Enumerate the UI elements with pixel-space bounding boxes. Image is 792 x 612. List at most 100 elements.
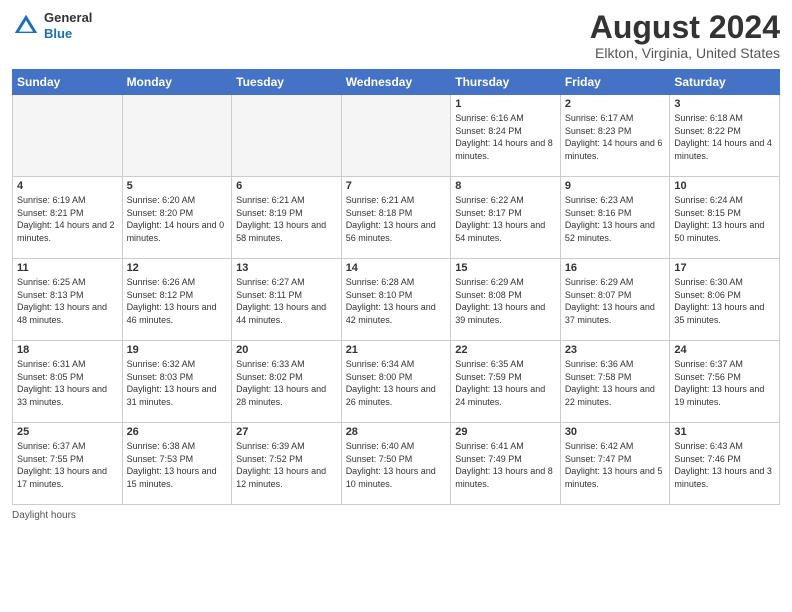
- day-cell: 31 Sunrise: 6:43 AM Sunset: 7:46 PM Dayli…: [670, 423, 780, 505]
- day-number: 29: [455, 426, 556, 438]
- day-number: 16: [565, 262, 666, 274]
- day-info: Sunrise: 6:41 AM Sunset: 7:49 PM Dayligh…: [455, 440, 556, 490]
- day-cell: 21Sunrise: 6:34 AM Sunset: 8:00 PM Dayli…: [341, 341, 451, 423]
- day-cell: 2 Sunrise: 6:17 AM Sunset: 8:23 PM Daylig…: [560, 95, 670, 177]
- week-row-1: 1 Sunrise: 6:16 AM Sunset: 8:24 PM Daylig…: [13, 95, 780, 177]
- day-info: Sunrise: 6:31 AM Sunset: 8:05 PM Dayligh…: [17, 358, 118, 408]
- day-number: 26: [127, 426, 228, 438]
- day-cell: 26 Sunrise: 6:38 AM Sunset: 7:53 PM Dayli…: [122, 423, 232, 505]
- logo-blue: Blue: [44, 26, 92, 42]
- header-saturday: Saturday: [670, 70, 780, 95]
- day-number: 15: [455, 262, 556, 274]
- day-cell: 16 Sunrise: 6:29 AM Sunset: 8:07 PM Dayli…: [560, 259, 670, 341]
- day-info: Sunrise: 6:21 AM Sunset: 8:19 PM Dayligh…: [236, 194, 337, 244]
- day-info: Sunrise: 6:22 AM Sunset: 8:17 PM Dayligh…: [455, 194, 556, 244]
- day-number: 28: [346, 426, 447, 438]
- day-cell: 6 Sunrise: 6:21 AM Sunset: 8:19 PM Daylig…: [232, 177, 342, 259]
- day-info: Sunrise: 6:36 AM Sunset: 7:58 PM Dayligh…: [565, 358, 666, 408]
- day-cell: 20Sunrise: 6:33 AM Sunset: 8:02 PM Dayli…: [232, 341, 342, 423]
- header-monday: Monday: [122, 70, 232, 95]
- week-row-2: 4 Sunrise: 6:19 AM Sunset: 8:21 PM Daylig…: [13, 177, 780, 259]
- day-number: 3: [674, 98, 775, 110]
- day-info: Sunrise: 6:29 AM Sunset: 8:07 PM Dayligh…: [565, 276, 666, 326]
- day-cell: 1 Sunrise: 6:16 AM Sunset: 8:24 PM Daylig…: [451, 95, 561, 177]
- day-cell: 28Sunrise: 6:40 AM Sunset: 7:50 PM Dayli…: [341, 423, 451, 505]
- week-row-5: 25Sunrise: 6:37 AM Sunset: 7:55 PM Dayli…: [13, 423, 780, 505]
- day-number: 18: [17, 344, 118, 356]
- day-info: Sunrise: 6:37 AM Sunset: 7:56 PM Dayligh…: [674, 358, 775, 408]
- day-cell: 19 Sunrise: 6:32 AM Sunset: 8:03 PM Dayli…: [122, 341, 232, 423]
- day-cell: 14Sunrise: 6:28 AM Sunset: 8:10 PM Dayli…: [341, 259, 451, 341]
- page-container: General Blue August 2024 Elkton, Virgini…: [0, 0, 792, 529]
- header-row: Sunday Monday Tuesday Wednesday Thursday…: [13, 70, 780, 95]
- day-info: Sunrise: 6:33 AM Sunset: 8:02 PM Dayligh…: [236, 358, 337, 408]
- day-cell: 8 Sunrise: 6:22 AM Sunset: 8:17 PM Daylig…: [451, 177, 561, 259]
- day-number: 31: [674, 426, 775, 438]
- day-info: Sunrise: 6:42 AM Sunset: 7:47 PM Dayligh…: [565, 440, 666, 490]
- header-tuesday: Tuesday: [232, 70, 342, 95]
- week-row-4: 18 Sunrise: 6:31 AM Sunset: 8:05 PM Dayli…: [13, 341, 780, 423]
- header-sunday: Sunday: [13, 70, 123, 95]
- day-info: Sunrise: 6:16 AM Sunset: 8:24 PM Dayligh…: [455, 112, 556, 162]
- day-number: 23: [565, 344, 666, 356]
- day-number: 19: [127, 344, 228, 356]
- day-number: 5: [127, 180, 228, 192]
- logo: General Blue: [12, 10, 92, 41]
- day-info: Sunrise: 6:37 AM Sunset: 7:55 PM Dayligh…: [17, 440, 118, 490]
- day-number: 27: [236, 426, 337, 438]
- day-cell: 9 Sunrise: 6:23 AM Sunset: 8:16 PM Daylig…: [560, 177, 670, 259]
- day-info: Sunrise: 6:35 AM Sunset: 7:59 PM Dayligh…: [455, 358, 556, 408]
- day-cell: 30 Sunrise: 6:42 AM Sunset: 7:47 PM Dayli…: [560, 423, 670, 505]
- day-number: 9: [565, 180, 666, 192]
- day-info: Sunrise: 6:34 AM Sunset: 8:00 PM Dayligh…: [346, 358, 447, 408]
- day-cell: 24 Sunrise: 6:37 AM Sunset: 7:56 PM Dayli…: [670, 341, 780, 423]
- day-info: Sunrise: 6:26 AM Sunset: 8:12 PM Dayligh…: [127, 276, 228, 326]
- day-info: Sunrise: 6:17 AM Sunset: 8:23 PM Dayligh…: [565, 112, 666, 162]
- day-cell: [341, 95, 451, 177]
- day-info: Sunrise: 6:30 AM Sunset: 8:06 PM Dayligh…: [674, 276, 775, 326]
- day-cell: [122, 95, 232, 177]
- day-number: 12: [127, 262, 228, 274]
- day-info: Sunrise: 6:19 AM Sunset: 8:21 PM Dayligh…: [17, 194, 118, 244]
- day-number: 4: [17, 180, 118, 192]
- day-number: 1: [455, 98, 556, 110]
- week-row-3: 11Sunrise: 6:25 AM Sunset: 8:13 PM Dayli…: [13, 259, 780, 341]
- day-cell: 13 Sunrise: 6:27 AM Sunset: 8:11 PM Dayli…: [232, 259, 342, 341]
- day-info: Sunrise: 6:25 AM Sunset: 8:13 PM Dayligh…: [17, 276, 118, 326]
- day-cell: 29 Sunrise: 6:41 AM Sunset: 7:49 PM Dayli…: [451, 423, 561, 505]
- day-cell: 27Sunrise: 6:39 AM Sunset: 7:52 PM Dayli…: [232, 423, 342, 505]
- day-cell: 12 Sunrise: 6:26 AM Sunset: 8:12 PM Dayli…: [122, 259, 232, 341]
- day-info: Sunrise: 6:43 AM Sunset: 7:46 PM Dayligh…: [674, 440, 775, 490]
- day-info: Sunrise: 6:28 AM Sunset: 8:10 PM Dayligh…: [346, 276, 447, 326]
- day-number: 2: [565, 98, 666, 110]
- header-wednesday: Wednesday: [341, 70, 451, 95]
- day-cell: 17Sunrise: 6:30 AM Sunset: 8:06 PM Dayli…: [670, 259, 780, 341]
- day-number: 30: [565, 426, 666, 438]
- day-cell: 3Sunrise: 6:18 AM Sunset: 8:22 PM Daylig…: [670, 95, 780, 177]
- month-year-title: August 2024: [590, 10, 780, 45]
- day-number: 13: [236, 262, 337, 274]
- day-info: Sunrise: 6:38 AM Sunset: 7:53 PM Dayligh…: [127, 440, 228, 490]
- day-info: Sunrise: 6:29 AM Sunset: 8:08 PM Dayligh…: [455, 276, 556, 326]
- day-number: 8: [455, 180, 556, 192]
- footer-daylight: Daylight hours: [12, 510, 780, 521]
- day-cell: [232, 95, 342, 177]
- day-info: Sunrise: 6:27 AM Sunset: 8:11 PM Dayligh…: [236, 276, 337, 326]
- day-cell: [13, 95, 123, 177]
- day-info: Sunrise: 6:23 AM Sunset: 8:16 PM Dayligh…: [565, 194, 666, 244]
- header-friday: Friday: [560, 70, 670, 95]
- logo-text: General Blue: [44, 10, 92, 41]
- day-number: 22: [455, 344, 556, 356]
- day-number: 6: [236, 180, 337, 192]
- title-block: August 2024 Elkton, Virginia, United Sta…: [590, 10, 780, 61]
- logo-general: General: [44, 10, 92, 26]
- day-cell: 23 Sunrise: 6:36 AM Sunset: 7:58 PM Dayli…: [560, 341, 670, 423]
- day-number: 7: [346, 180, 447, 192]
- day-info: Sunrise: 6:21 AM Sunset: 8:18 PM Dayligh…: [346, 194, 447, 244]
- day-cell: 4 Sunrise: 6:19 AM Sunset: 8:21 PM Daylig…: [13, 177, 123, 259]
- day-cell: 10Sunrise: 6:24 AM Sunset: 8:15 PM Dayli…: [670, 177, 780, 259]
- day-number: 24: [674, 344, 775, 356]
- day-cell: 25Sunrise: 6:37 AM Sunset: 7:55 PM Dayli…: [13, 423, 123, 505]
- day-info: Sunrise: 6:32 AM Sunset: 8:03 PM Dayligh…: [127, 358, 228, 408]
- day-info: Sunrise: 6:24 AM Sunset: 8:15 PM Dayligh…: [674, 194, 775, 244]
